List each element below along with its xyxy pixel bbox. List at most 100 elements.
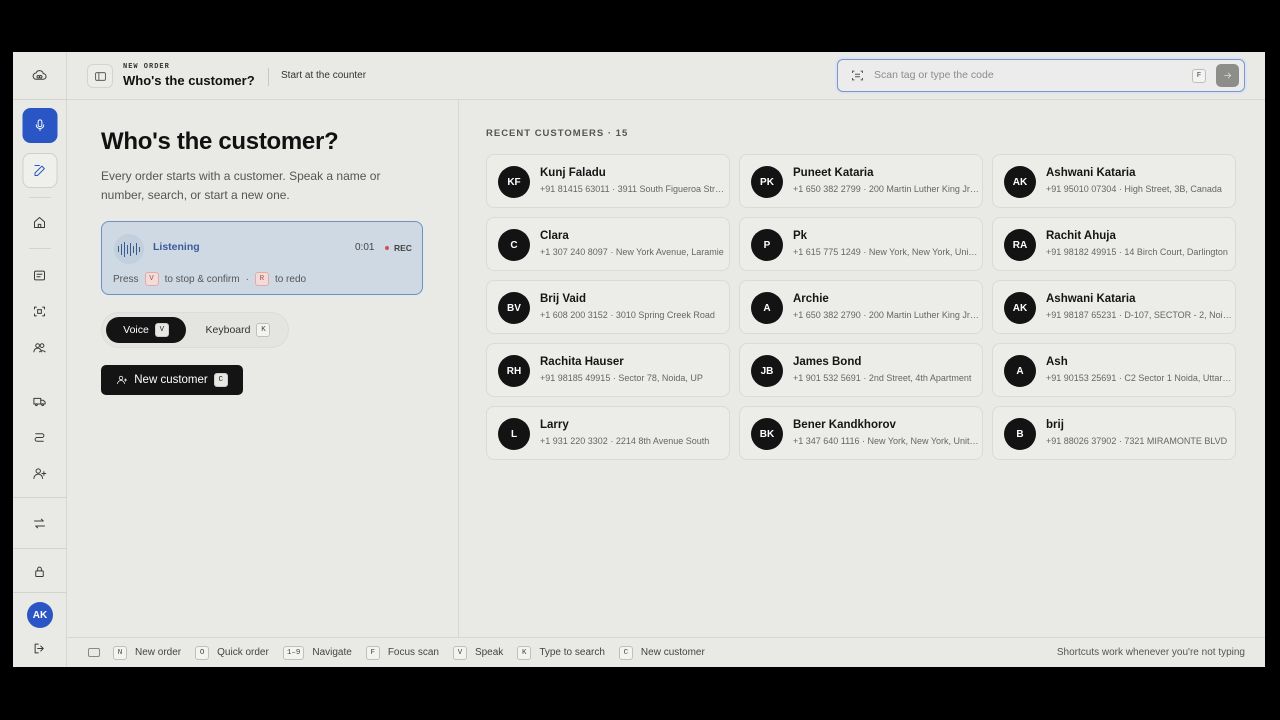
customer-name: Kunj Faladu	[540, 167, 606, 179]
listening-status: Listening	[153, 241, 200, 253]
keyboard-mode-button[interactable]: Keyboard K	[198, 317, 278, 343]
customer-card[interactable]: P Pk +1 615 775 1249 · New York, New York,…	[739, 217, 983, 271]
customer-card[interactable]: Bbrij +91 88026 37902 · 7321 MIRAMONTE BL…	[992, 406, 1236, 460]
customer-detail: +1 347 640 1116 · New York, New York, Un…	[793, 436, 979, 446]
customer-card[interactable]: JB James Bond +1 901 532 5691 · 2nd Street…	[739, 343, 983, 397]
customer-detail: +1 931 220 3302 · 2214 8th Avenue South	[540, 436, 710, 446]
panel-toggle-button[interactable]	[87, 64, 113, 88]
input-mode-toggle: Voice V Keyboard K	[101, 312, 289, 348]
user-plus-icon	[117, 375, 128, 385]
customer-avatar: L	[498, 418, 530, 450]
customer-card[interactable]: AK Ashwani Kataria +91 98187 65231 · D-107…	[992, 280, 1236, 334]
scan-shortcut-key: F	[1192, 69, 1206, 83]
customer-detail: +91 81415 63011 · 3911 South Figueroa St…	[540, 184, 726, 194]
customer-name: Rachit Ahuja	[1046, 230, 1116, 242]
shortcut-key: O	[195, 645, 210, 660]
customer-card[interactable]: PK Puneet Kataria +1 650 382 2799 · 200 Ma…	[739, 154, 983, 208]
customer-name: Brij Vaid	[540, 293, 587, 305]
listening-card: Listening 0:01 REC Press V to stop & con…	[101, 221, 423, 295]
customer-name: Pk	[793, 230, 808, 242]
voice-mode-button[interactable]: Voice V	[106, 317, 186, 343]
customer-detail: +91 98185 49915 · Sector 78, Noida, UP	[540, 373, 703, 383]
edit-icon	[34, 165, 45, 176]
shortcut-item: K Type to search	[517, 645, 605, 660]
lock-icon	[35, 566, 44, 577]
routes-button[interactable]	[25, 422, 55, 452]
customer-card[interactable]: RH Rachita Hauser +91 98185 49915 · Sector…	[486, 343, 730, 397]
logo-icon[interactable]	[25, 60, 55, 90]
waveform-icon	[114, 234, 144, 264]
voice-mic-button[interactable]	[22, 108, 57, 143]
customer-name: Clara	[540, 230, 569, 242]
customer-detail: +91 90153 25691 · C2 Sector 1 Noida, Utt…	[1046, 373, 1232, 383]
route-icon	[34, 432, 45, 442]
receipt-icon	[34, 270, 45, 280]
lock-button[interactable]	[25, 556, 55, 586]
arrow-right-icon	[1224, 72, 1232, 79]
switch-button[interactable]	[25, 508, 55, 538]
customer-name: Bener Kandkhorov	[793, 419, 896, 431]
customer-name: Ash	[1046, 356, 1068, 368]
hint-press-text: Press	[113, 273, 139, 285]
scan-input[interactable]	[874, 60, 1174, 90]
customer-avatar: RH	[498, 355, 530, 387]
truck-icon	[33, 397, 46, 406]
shortcut-item: 1–9 Navigate	[282, 645, 352, 660]
new-customer-label: New customer	[134, 374, 208, 386]
customer-avatar: A	[1004, 355, 1036, 387]
scan-icon	[34, 306, 45, 316]
new-order-button[interactable]	[22, 153, 57, 188]
users-icon	[33, 342, 46, 352]
mic-icon	[35, 119, 44, 131]
top-header: NEW ORDER Who's the customer? Start at t…	[67, 52, 1265, 100]
scan-submit-button[interactable]	[1216, 64, 1239, 87]
shortcut-key: N	[113, 645, 127, 660]
sidebar: AK	[13, 52, 67, 667]
customer-avatar: BK	[751, 418, 783, 450]
shortcut-note: Shortcuts work whenever you're not typin…	[1056, 647, 1245, 658]
customer-card[interactable]: BV Brij Vaid +1 608 200 3152 · 3010 Spring…	[486, 280, 730, 334]
orders-button[interactable]	[25, 260, 55, 290]
shortcut-item: V Speak	[452, 645, 503, 660]
customer-card[interactable]: A Ash +91 90153 25691 · C2 Sector 1 Noida,…	[992, 343, 1236, 397]
recent-customers-panel: RECENT CUSTOMERS · 15 KF Kunj Faladu +91 8…	[460, 100, 1265, 637]
customer-avatar: BV	[498, 292, 530, 324]
customer-avatar: RA	[1004, 229, 1036, 261]
user-avatar[interactable]: AK	[27, 602, 53, 628]
recent-customers-title: RECENT CUSTOMERS · 15	[486, 128, 629, 139]
customer-card[interactable]: AK Ashwani Kataria +91 95010 07304 · High …	[992, 154, 1236, 208]
shortcut-key: 1–9	[282, 645, 305, 660]
sidebar-panel-icon	[94, 71, 106, 81]
customer-avatar: P	[751, 229, 783, 261]
shortcut-label: Navigate	[312, 647, 352, 658]
keyboard-mode-key: K	[256, 323, 271, 337]
add-user-button[interactable]	[25, 458, 55, 488]
scan-button[interactable]	[25, 296, 55, 326]
new-customer-button[interactable]: New customer C	[101, 365, 243, 395]
stop-key: V	[144, 272, 159, 286]
delivery-button[interactable]	[25, 386, 55, 416]
home-button[interactable]	[25, 207, 55, 237]
hint-redo-text: to redo	[274, 273, 307, 285]
customer-avatar: B	[1004, 418, 1036, 450]
listening-hint: Press V to stop & confirm · R to redo	[113, 272, 306, 286]
logout-button[interactable]	[25, 633, 55, 663]
customer-avatar: PK	[751, 166, 783, 198]
shortcut-key: C	[618, 645, 633, 660]
customer-card[interactable]: RA Rachit Ahuja +91 98182 49915 · 14 Birch…	[992, 217, 1236, 271]
customer-detail: +91 95010 07304 · High Street, 3B, Canad…	[1046, 184, 1222, 194]
header-divider	[268, 68, 269, 86]
shortcut-key: F	[365, 645, 380, 660]
customer-card[interactable]: KF Kunj Faladu +91 81415 63011 · 3911 Sout…	[486, 154, 730, 208]
customer-card[interactable]: L Larry +1 931 220 3302 · 2214 8th Avenue …	[486, 406, 730, 460]
shortcut-item: C New customer	[618, 645, 705, 660]
header-eyebrow: NEW ORDER	[123, 63, 170, 71]
shortcut-key: V	[452, 645, 467, 660]
customers-button[interactable]	[25, 332, 55, 362]
page-description: Every order starts with a customer. Spea…	[101, 169, 381, 202]
customer-card[interactable]: A Archie +1 650 382 2790 · 200 Martin Luth…	[739, 280, 983, 334]
customer-card[interactable]: C Clara +1 307 240 8097 · New York Avenue,…	[486, 217, 730, 271]
customer-detail: +1 307 240 8097 · New York Avenue, Laram…	[540, 247, 724, 257]
customer-card[interactable]: BK Bener Kandkhorov +1 347 640 1116 · New …	[739, 406, 983, 460]
customer-detail: +91 98182 49915 · 14 Birch Court, Darlin…	[1046, 247, 1228, 257]
